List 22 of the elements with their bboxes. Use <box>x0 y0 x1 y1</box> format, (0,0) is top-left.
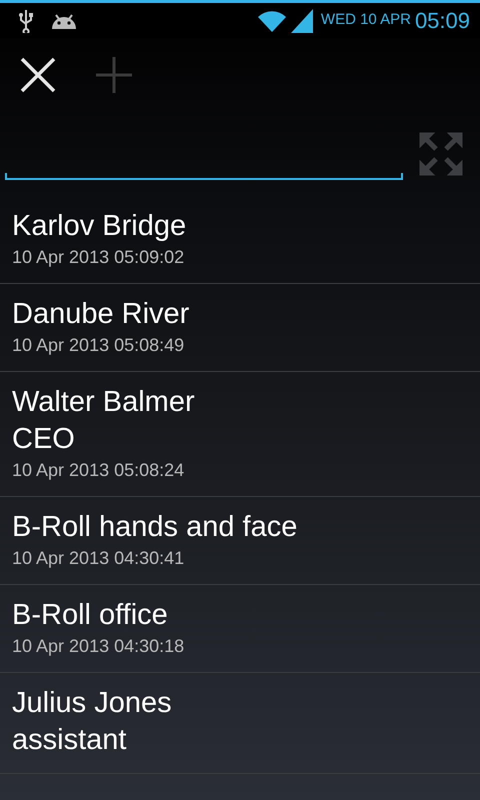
item-timestamp: 10 Apr 2013 05:09:02 <box>12 246 186 269</box>
status-time: 05:09 <box>414 7 470 35</box>
list-item[interactable]: B-Roll office 10 Apr 2013 04:30:18 <box>0 585 480 673</box>
list-item[interactable]: Walter Balmer CEO 10 Apr 2013 05:08:24 <box>0 372 480 497</box>
item-timestamp: 10 Apr 2013 04:30:18 <box>12 635 186 658</box>
item-title: Walter Balmer CEO <box>12 385 196 457</box>
list-item[interactable]: B-Roll hands and face 10 Apr 2013 04:30:41 <box>0 497 480 585</box>
item-timestamp: 10 Apr 2013 05:08:24 <box>12 459 186 482</box>
list-item[interactable]: Danube River 10 Apr 2013 05:08:49 <box>0 284 480 372</box>
item-title: Julius Jones assistant <box>12 686 173 758</box>
signal-icon <box>290 8 313 32</box>
status-date: WED 10 APR <box>320 10 411 30</box>
usb-icon <box>18 8 34 32</box>
list-item[interactable]: Julius Jones assistant <box>0 673 480 774</box>
item-title: B-Roll hands and face <box>12 510 298 545</box>
wifi-icon <box>256 8 287 32</box>
item-title: Karlov Bridge <box>12 209 188 244</box>
item-title: Danube River <box>12 297 190 332</box>
list-item[interactable]: Karlov Bridge 10 Apr 2013 05:09:02 <box>0 196 480 284</box>
item-timestamp: 10 Apr 2013 05:08:49 <box>12 334 186 357</box>
item-timestamp: 10 Apr 2013 04:30:41 <box>12 547 186 570</box>
item-title: B-Roll office <box>12 598 169 633</box>
